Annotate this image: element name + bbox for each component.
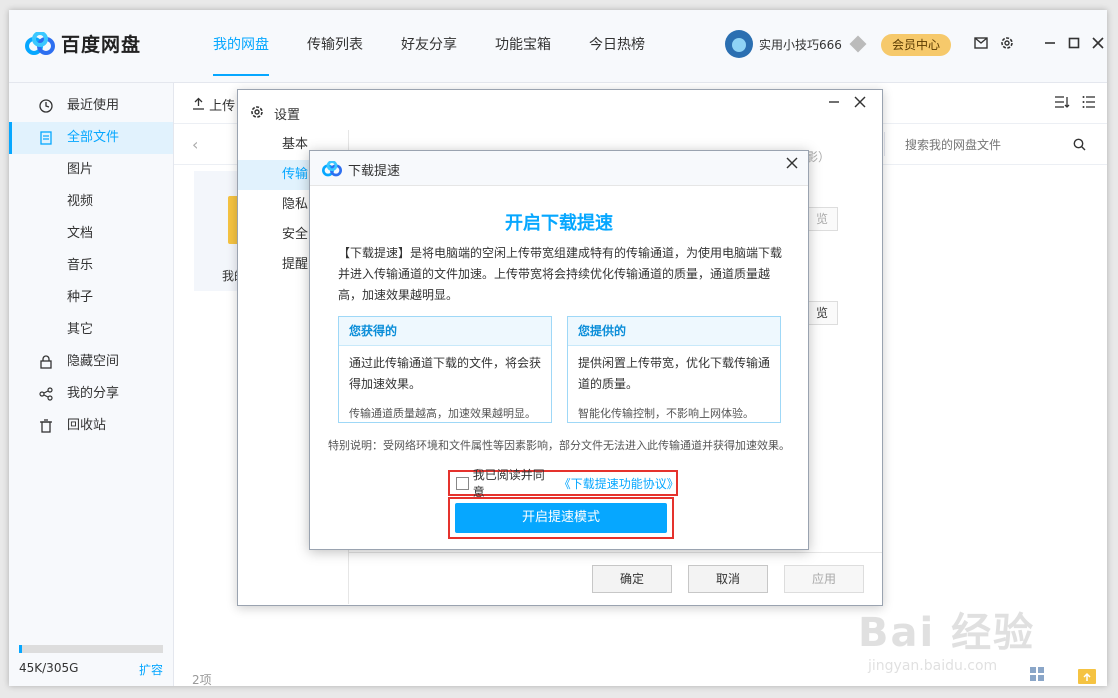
watermark-url: jingyan.baidu.com xyxy=(868,658,998,674)
sidebar-item-all-files[interactable]: 全部文件 xyxy=(9,122,173,154)
tab-hot-list[interactable]: 今日热榜 xyxy=(570,10,664,82)
vip-center-button[interactable]: 会员中心 xyxy=(881,34,951,56)
benefit-note: 传输通道质量越高，加速效果越明显。 xyxy=(349,407,536,420)
storage-usage: 45K/305G xyxy=(19,661,79,675)
diamond-icon xyxy=(849,35,867,53)
apply-button[interactable]: 应用 xyxy=(784,565,864,593)
window-controls xyxy=(974,36,1104,50)
trash-icon xyxy=(40,419,52,433)
tab-toolbox[interactable]: 功能宝箱 xyxy=(476,10,570,82)
sidebar-item-recent[interactable]: 最近使用 xyxy=(9,90,173,122)
download-speedup-dialog: 下载提速 开启下载提速 【下载提速】是将电脑端的空闲上传带宽组建成特有的传输通道… xyxy=(309,150,809,550)
sidebar-item-label: 最近使用 xyxy=(67,98,120,113)
sidebar-item-documents[interactable]: 文档 xyxy=(9,218,173,250)
search-input[interactable] xyxy=(903,132,1077,158)
mail-icon[interactable] xyxy=(974,37,988,49)
search-box xyxy=(884,132,1095,158)
sidebar-item-others[interactable]: 其它 xyxy=(9,314,173,346)
sidebar-item-recycle-bin[interactable]: 回收站 xyxy=(9,410,173,442)
benefit-body: 提供闲置上传带宽，优化下载传输通道的质量。 xyxy=(578,356,771,391)
cloud-logo-icon xyxy=(25,31,55,55)
expand-storage-link[interactable]: 扩容 xyxy=(139,661,163,678)
minimize-icon[interactable] xyxy=(828,96,840,108)
minimize-icon[interactable] xyxy=(1044,37,1056,49)
settings-window-controls xyxy=(828,96,866,108)
sidebar-item-my-share[interactable]: 我的分享 xyxy=(9,378,173,410)
close-icon[interactable] xyxy=(854,96,866,108)
tab-my-disk[interactable]: 我的网盘 xyxy=(194,10,288,82)
upload-button[interactable]: 上传 xyxy=(192,95,235,114)
sidebar-item-torrents[interactable]: 种子 xyxy=(9,282,173,314)
watermark-text: Bai 经验 xyxy=(858,610,1036,656)
dialog-description: 【下载提速】是将电脑端的空闲上传带宽组建成特有的传输通道，为使用电脑端下载并进入… xyxy=(338,246,783,302)
storage-fill xyxy=(19,645,22,653)
sort-icon[interactable] xyxy=(1054,95,1070,109)
benefit-body: 通过此传输通道下载的文件，将会获得加速效果。 xyxy=(349,356,542,391)
benefit-title: 您获得的 xyxy=(339,317,551,346)
settings-gear-icon xyxy=(251,106,263,118)
ok-button[interactable]: 确定 xyxy=(592,565,672,593)
lock-icon xyxy=(40,355,52,369)
cloud-logo-icon xyxy=(322,161,342,177)
username[interactable]: 实用小技巧666 xyxy=(759,36,842,53)
file-icon xyxy=(40,131,52,145)
agree-text[interactable]: 我已阅读并同意 xyxy=(473,466,555,500)
benefit-card-provide: 您提供的 提供闲置上传带宽，优化下载传输通道的质量。 智能化传输控制，不影响上网… xyxy=(567,316,781,423)
close-icon[interactable] xyxy=(786,157,798,169)
top-bar: 百度网盘 我的网盘 传输列表 好友分享 功能宝箱 今日热榜 实用小技巧666 会… xyxy=(9,10,1107,83)
dialog-heading: 开启下载提速 xyxy=(505,213,613,234)
sidebar-item-videos[interactable]: 视频 xyxy=(9,186,173,218)
browse-button-2[interactable]: 览 xyxy=(806,301,838,325)
tab-friend-share[interactable]: 好友分享 xyxy=(382,10,476,82)
agreement-link[interactable]: 《下载提速功能协议》 xyxy=(559,475,679,492)
sidebar-item-music[interactable]: 音乐 xyxy=(9,250,173,282)
list-view-icon[interactable] xyxy=(1082,95,1096,109)
benefit-card-get: 您获得的 通过此传输通道下载的文件，将会获得加速效果。 传输通道质量越高，加速效… xyxy=(338,316,552,423)
dialog-title: 下载提速 xyxy=(348,164,401,179)
share-icon xyxy=(39,387,53,401)
benefit-note: 智能化传输控制，不影响上网体验。 xyxy=(578,407,754,420)
settings-gear-icon[interactable] xyxy=(1000,36,1014,50)
storage-bar xyxy=(19,645,163,653)
upload-icon xyxy=(193,97,204,110)
tab-transfer-list[interactable]: 传输列表 xyxy=(288,10,382,82)
sidebar-item-label: 回收站 xyxy=(67,418,107,433)
dialog-header: 下载提速 xyxy=(310,151,808,186)
settings-title: 设置 xyxy=(274,108,301,123)
cancel-button[interactable]: 取消 xyxy=(688,565,768,593)
search-icon[interactable] xyxy=(1073,138,1086,151)
close-icon[interactable] xyxy=(1092,37,1104,49)
item-count: 2项 xyxy=(192,673,212,686)
sidebar-item-images[interactable]: 图片 xyxy=(9,154,173,186)
view-controls xyxy=(1054,95,1096,109)
user-info[interactable]: 实用小技巧666 xyxy=(725,30,867,58)
enable-speedup-button[interactable]: 开启提速模式 xyxy=(455,503,667,533)
avatar[interactable] xyxy=(725,30,753,58)
benefit-title: 您提供的 xyxy=(568,317,780,346)
browse-button[interactable]: 览 xyxy=(806,207,838,231)
enable-button-highlight: 开启提速模式 xyxy=(448,497,674,539)
special-notice: 特别说明：受网络环境和文件属性等因素影响，部分文件无法进入此传输通道并获得加速效… xyxy=(328,439,790,452)
sidebar: 最近使用 全部文件 图片 视频 文档 音乐 种子 其它 隐藏空间 我的分享 回收… xyxy=(9,83,174,686)
sidebar-item-label: 隐藏空间 xyxy=(67,354,120,369)
sidebar-item-label: 我的分享 xyxy=(67,386,120,401)
agreement-row: 我已阅读并同意 《下载提速功能协议》 xyxy=(448,468,679,499)
settings-footer: 确定 取消 应用 xyxy=(348,552,882,606)
app-logo[interactable]: 百度网盘 xyxy=(25,30,141,57)
settings-hint-text: 影） xyxy=(806,150,831,164)
brand-name: 百度网盘 xyxy=(61,34,142,56)
main-nav: 我的网盘 传输列表 好友分享 功能宝箱 今日热榜 xyxy=(194,10,664,82)
baidu-jingyan-watermark: Bai 经验 jingyan.baidu.com xyxy=(858,600,1108,690)
clock-icon xyxy=(39,99,53,113)
upload-label: 上传 xyxy=(209,99,236,114)
maximize-icon[interactable] xyxy=(1068,37,1080,49)
sidebar-item-hidden-space[interactable]: 隐藏空间 xyxy=(9,346,173,378)
sidebar-item-label: 全部文件 xyxy=(67,130,120,145)
agree-checkbox[interactable] xyxy=(456,476,469,490)
